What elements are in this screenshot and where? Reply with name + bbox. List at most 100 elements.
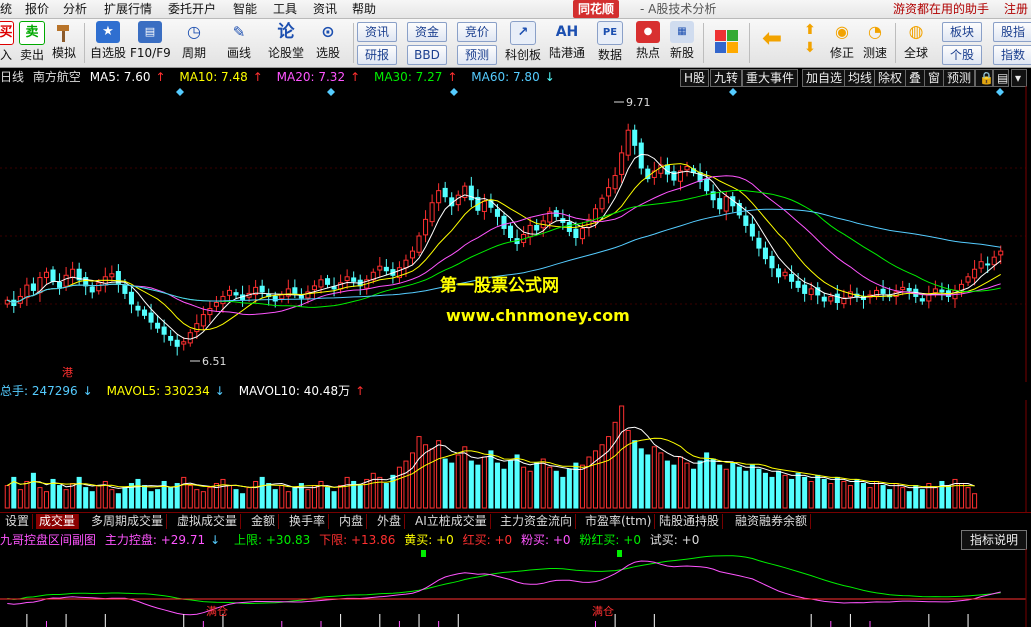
- tab-moving-average[interactable]: 均线: [844, 69, 877, 87]
- tab-ex-rights[interactable]: 除权: [874, 69, 907, 87]
- tab-add-watchlist[interactable]: 加自选: [802, 69, 847, 87]
- volume-bar: [874, 480, 880, 509]
- tab-settings[interactable]: 设置: [2, 514, 34, 529]
- menu-tools[interactable]: 工具: [273, 1, 297, 17]
- candle: [717, 198, 723, 210]
- tab-h-share[interactable]: H股: [680, 69, 710, 87]
- f10-button[interactable]: ▤ F10/F9: [130, 21, 171, 60]
- buy-button[interactable]: 买 入: [0, 21, 16, 62]
- star-market-button[interactable]: ↗ 科创板: [503, 21, 543, 62]
- tab-nine-turn[interactable]: 九转: [710, 69, 743, 87]
- menu-system[interactable]: 统: [0, 1, 12, 17]
- tab-margin-balance[interactable]: 融资融券余额: [732, 514, 812, 529]
- tab-multi-period-volume[interactable]: 多周期成交量: [88, 514, 168, 529]
- tab-volume[interactable]: 成交量: [36, 514, 80, 529]
- volume-bar: [560, 476, 566, 509]
- volume-bar: [880, 485, 886, 509]
- tab-inner-volume[interactable]: 内盘: [336, 514, 368, 529]
- candle: [174, 339, 180, 347]
- tab-major-events[interactable]: 重大事件: [742, 69, 799, 87]
- control-value: 主力控盘: +29.71 ↓: [104, 533, 221, 547]
- tab-forecast[interactable]: 预测: [943, 69, 976, 87]
- bidding-button[interactable]: 竞价: [457, 22, 497, 42]
- volume-bar: [200, 491, 206, 509]
- single-stock-button[interactable]: 个股: [942, 45, 982, 65]
- ipo-button[interactable]: ▦ 新股: [666, 21, 698, 60]
- sector-button[interactable]: 板块: [942, 22, 982, 42]
- volume-info-line: 总手: 247296 ↓ MAVOL5: 330234 ↓ MAVOL10: 40.…: [0, 382, 375, 400]
- index-button[interactable]: 指数: [993, 45, 1031, 65]
- period-button[interactable]: ◷ 周期: [175, 21, 213, 60]
- watchlist-button[interactable]: ★ 自选股: [88, 21, 128, 60]
- lock-icon[interactable]: 🔒: [975, 69, 994, 87]
- full-position-label: 满仓: [592, 604, 614, 618]
- menu-smart[interactable]: 智能: [233, 1, 257, 17]
- tab-turnover[interactable]: 换手率: [286, 514, 330, 529]
- register-link[interactable]: 注册: [1004, 1, 1028, 17]
- correct-button[interactable]: ◉ 修正: [827, 21, 857, 60]
- volume-bar: [488, 450, 494, 509]
- arrow-up-icon: ⬆: [804, 22, 816, 38]
- speedtest-button[interactable]: ◔ 测速: [860, 21, 890, 60]
- sell-button[interactable]: 卖 卖出: [18, 21, 46, 62]
- funds-button[interactable]: 资金: [407, 22, 447, 42]
- volume-bar: [645, 454, 651, 509]
- forecast-button[interactable]: 预测: [457, 45, 497, 65]
- tab-main-fund-flow[interactable]: 主力资金流向: [497, 514, 577, 529]
- tab-pe-ttm[interactable]: 市盈率(ttm): [582, 514, 656, 529]
- candle: [919, 298, 925, 302]
- volume-bar: [945, 485, 951, 509]
- simulate-button[interactable]: 模拟: [50, 21, 78, 60]
- stock-picker-button[interactable]: ⊙ 选股: [309, 21, 347, 60]
- hk-connect-button[interactable]: AH 陆港通: [546, 21, 588, 60]
- volume-bar: [63, 489, 69, 509]
- chevron-down-icon[interactable]: ▾: [1011, 69, 1027, 87]
- index-future-button[interactable]: 股指: [993, 22, 1031, 42]
- up-button[interactable]: ⬆ ⬇: [797, 21, 823, 57]
- bbd-button[interactable]: BBD: [407, 45, 447, 65]
- tab-ai-volume[interactable]: AI立桩成交量: [412, 514, 491, 529]
- menu-analysis[interactable]: 分析: [63, 1, 87, 17]
- tab-window[interactable]: 窗: [924, 69, 945, 87]
- tab-northbound-holdings[interactable]: 陆股通持股: [656, 514, 724, 529]
- menu-news[interactable]: 资讯: [313, 1, 337, 17]
- global-button[interactable]: ◍ 全球: [898, 21, 934, 60]
- star-icon: ★: [96, 21, 120, 43]
- candle: [423, 218, 429, 236]
- chart-search-icon: ⊙: [321, 22, 335, 41]
- menu-icon[interactable]: ▤: [993, 69, 1009, 87]
- candle: [148, 312, 154, 323]
- indicator-chart[interactable]: 满仓 满仓: [0, 549, 1031, 627]
- period-label[interactable]: 日线: [0, 70, 24, 84]
- forum-button[interactable]: 论 论股堂: [266, 21, 306, 60]
- back-button[interactable]: ⬅: [757, 24, 787, 52]
- arrow-up-icon: ↑: [252, 70, 263, 84]
- candle: [155, 322, 161, 329]
- volume-bar: [89, 491, 95, 509]
- tab-overlay[interactable]: 叠: [905, 69, 926, 87]
- tab-amount[interactable]: 金额: [248, 514, 280, 529]
- arrow-left-icon: ⬅: [761, 24, 783, 52]
- research-button[interactable]: 研报: [357, 45, 397, 65]
- news-button[interactable]: 资讯: [357, 22, 397, 42]
- tab-outer-volume[interactable]: 外盘: [374, 514, 406, 529]
- volume-bar: [860, 483, 867, 509]
- helper-link[interactable]: 游资都在用的助手: [893, 1, 989, 17]
- volume-bar: [207, 487, 213, 509]
- menu-help[interactable]: 帮助: [352, 1, 376, 17]
- candle: [213, 301, 219, 307]
- volume-chart[interactable]: [0, 400, 1031, 512]
- indicator-explain-button[interactable]: 指标说明: [961, 530, 1027, 550]
- menu-quote[interactable]: 报价: [25, 1, 49, 17]
- draw-line-button[interactable]: ✎ 画线: [220, 21, 258, 60]
- menu-extended[interactable]: 扩展行情: [104, 1, 152, 17]
- candlestick-chart[interactable]: 9.71 6.51 港: [0, 86, 1031, 382]
- menu-trade[interactable]: 委托开户: [168, 1, 216, 17]
- tab-virtual-volume[interactable]: 虚拟成交量: [174, 514, 242, 529]
- clock-icon: ◷: [187, 22, 201, 41]
- data-button[interactable]: PE 数据: [594, 21, 626, 62]
- layout-button[interactable]: [712, 29, 742, 58]
- ah-icon: AH: [555, 24, 579, 40]
- hotspot-button[interactable]: ● 热点: [632, 21, 664, 60]
- candle: [325, 278, 331, 285]
